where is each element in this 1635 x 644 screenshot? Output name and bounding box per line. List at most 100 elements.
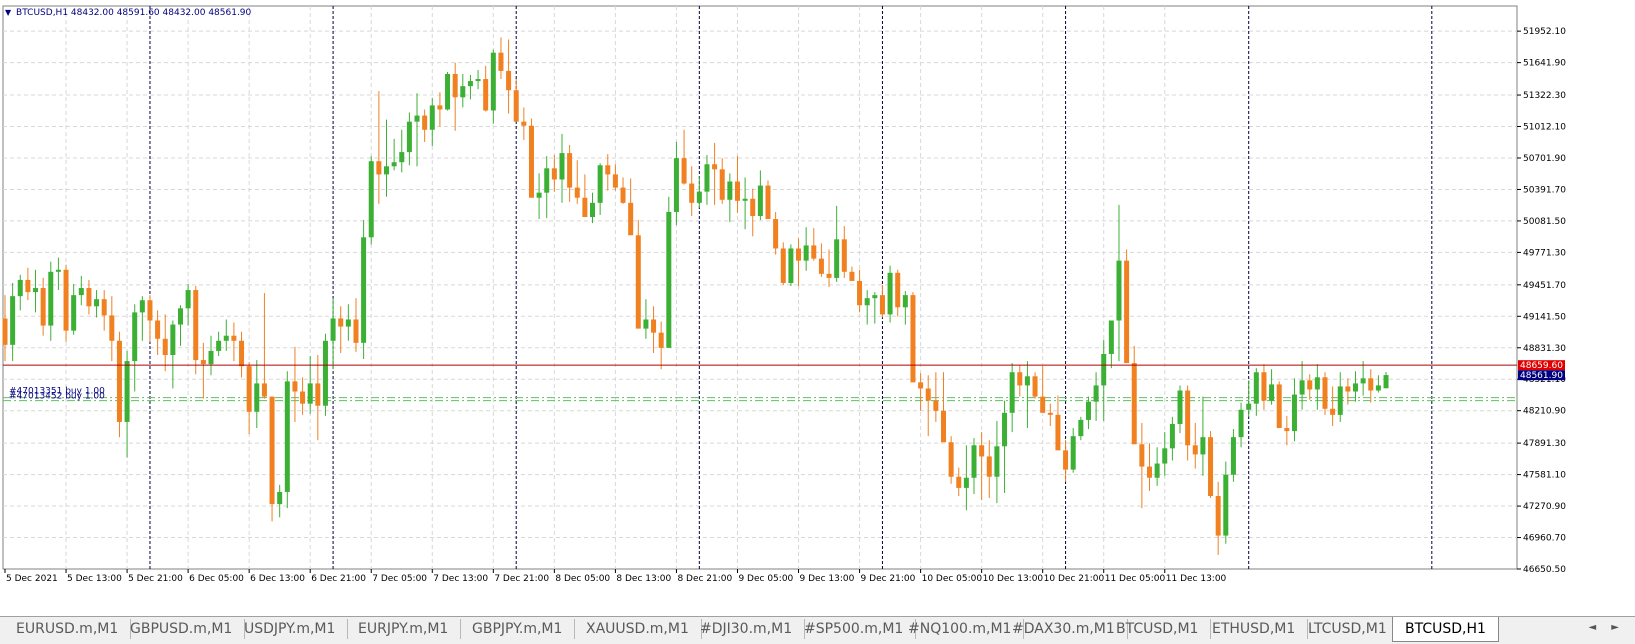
bull-candle <box>696 191 702 203</box>
bear-candle <box>1330 408 1336 415</box>
chart-tab[interactable]: GBPJPY.m,M1 <box>460 619 576 639</box>
bull-candle <box>1223 474 1229 536</box>
bull-candle <box>757 185 763 217</box>
bear-candle <box>1147 466 1152 478</box>
chart-tab[interactable]: BTCUSD,H1 <box>1392 617 1499 642</box>
x-tick-label: 5 Dec 13:00 <box>67 574 122 584</box>
bear-candle <box>422 115 428 130</box>
chart-tab[interactable]: USDJPY.m,M1 <box>232 619 349 639</box>
bull-candle <box>1299 380 1305 395</box>
bull-candle <box>673 158 679 212</box>
bear-candle <box>1261 372 1267 401</box>
bull-candle <box>1162 448 1168 464</box>
bear-candle <box>1192 445 1198 455</box>
bear-candle <box>1131 363 1137 445</box>
bull-candle <box>887 272 893 315</box>
bull-candle <box>17 279 23 297</box>
bear-candle <box>567 153 573 188</box>
x-tick-label: 6 Dec 05:00 <box>189 574 244 584</box>
x-tick-label: 5 Dec 21:00 <box>128 574 183 584</box>
chart-tab[interactable]: #DJI30.m,M1 <box>688 619 806 639</box>
bear-candle <box>651 319 657 333</box>
bid-price-label: 48561.90 <box>1520 371 1563 381</box>
bear-candle <box>239 340 245 367</box>
bear-candle <box>300 391 306 404</box>
bull-candle <box>391 162 397 167</box>
bull-candle <box>1230 437 1236 475</box>
bear-candle <box>1139 444 1145 467</box>
bear-candle <box>25 279 31 293</box>
bear-candle <box>773 219 779 249</box>
chart-tab[interactable]: GBPUSD.m,M1 <box>118 619 246 639</box>
y-tick-label: 51641.90 <box>1523 59 1566 69</box>
bear-candle <box>86 288 92 307</box>
bear-candle <box>750 198 756 217</box>
bear-candle <box>147 300 153 321</box>
bear-candle <box>1208 437 1214 497</box>
bear-candle <box>620 187 626 203</box>
bull-candle <box>1291 394 1297 432</box>
bull-candle <box>170 324 176 355</box>
bull-candle <box>597 165 603 203</box>
x-tick-label: 9 Dec 21:00 <box>861 574 916 584</box>
bear-candle <box>689 183 695 203</box>
tab-scroll-arrows-icon[interactable]: ◄ ► <box>1588 622 1625 633</box>
y-tick-label: 49141.50 <box>1523 312 1566 322</box>
bear-candle <box>582 197 588 218</box>
y-tick-label: 47581.10 <box>1523 471 1566 481</box>
bear-candle <box>1345 386 1351 392</box>
bear-candle <box>315 383 321 406</box>
chart-window[interactable]: 51952.10 51641.90 51322.30 51012.10 50701.90… <box>0 0 1635 616</box>
y-tick-label: 51012.10 <box>1523 123 1566 133</box>
bull-candle <box>1078 419 1084 437</box>
bull-candle <box>132 312 138 362</box>
bull-candle <box>872 295 878 299</box>
bull-candle <box>307 383 313 404</box>
chart-menu-triangle-icon[interactable]: ▼ <box>5 8 11 17</box>
bull-candle <box>1085 401 1091 420</box>
chart-tab[interactable]: BTCUSD,M1 <box>1104 619 1212 639</box>
y-tick-label: 48831.30 <box>1523 344 1566 354</box>
bear-candle <box>1063 450 1069 470</box>
plot-area <box>2 5 1518 570</box>
bull-candle <box>490 52 496 111</box>
bull-candle <box>475 79 481 82</box>
bull-candle <box>1101 353 1107 386</box>
chart-tab[interactable]: XAUUSD.m,M1 <box>574 619 702 639</box>
bull-candle <box>1269 384 1275 401</box>
bear-candle <box>1124 260 1130 364</box>
bull-candle <box>33 288 39 293</box>
bull-candle <box>666 211 672 348</box>
bear-candle <box>200 360 206 365</box>
bear-candle <box>796 248 802 261</box>
x-tick-label: 6 Dec 21:00 <box>311 574 366 584</box>
bull-candle <box>460 86 466 98</box>
bear-candle <box>353 319 359 343</box>
bull-candle <box>361 237 367 343</box>
chart-tab[interactable]: EURJPY.m,M1 <box>346 619 462 639</box>
bear-candle <box>162 338 168 355</box>
chart-tab[interactable]: EURUSD.m,M1 <box>4 619 132 639</box>
bear-candle <box>719 169 725 200</box>
bear-candle <box>1040 396 1046 413</box>
bull-candle <box>208 350 214 365</box>
symbol-ohlc-label: BTCUSD,H1 48432.00 48591.60 48432.00 485… <box>16 8 252 18</box>
y-tick-label: 47891.30 <box>1523 439 1566 449</box>
bull-candle <box>124 361 130 422</box>
bull-candle <box>1108 320 1114 354</box>
bear-candle <box>155 320 161 339</box>
chart-tab[interactable]: LTCUSD,M1 <box>1296 619 1400 639</box>
bear-candle <box>1032 376 1038 397</box>
price-chart[interactable]: 51952.10 51641.90 51322.30 51012.10 50701.90… <box>0 0 1635 616</box>
bear-candle <box>658 332 664 348</box>
bull-candle <box>55 269 61 272</box>
bear-candle <box>948 442 954 477</box>
bear-candle <box>261 383 267 397</box>
chart-tab[interactable]: ETHUSD,M1 <box>1200 619 1309 639</box>
x-tick-label: 9 Dec 13:00 <box>800 574 855 584</box>
x-tick-label: 8 Dec 21:00 <box>677 574 732 584</box>
bear-candle <box>1368 378 1374 391</box>
bear-candle <box>918 382 924 389</box>
bear-candle <box>841 239 847 272</box>
bear-candle <box>63 269 69 331</box>
